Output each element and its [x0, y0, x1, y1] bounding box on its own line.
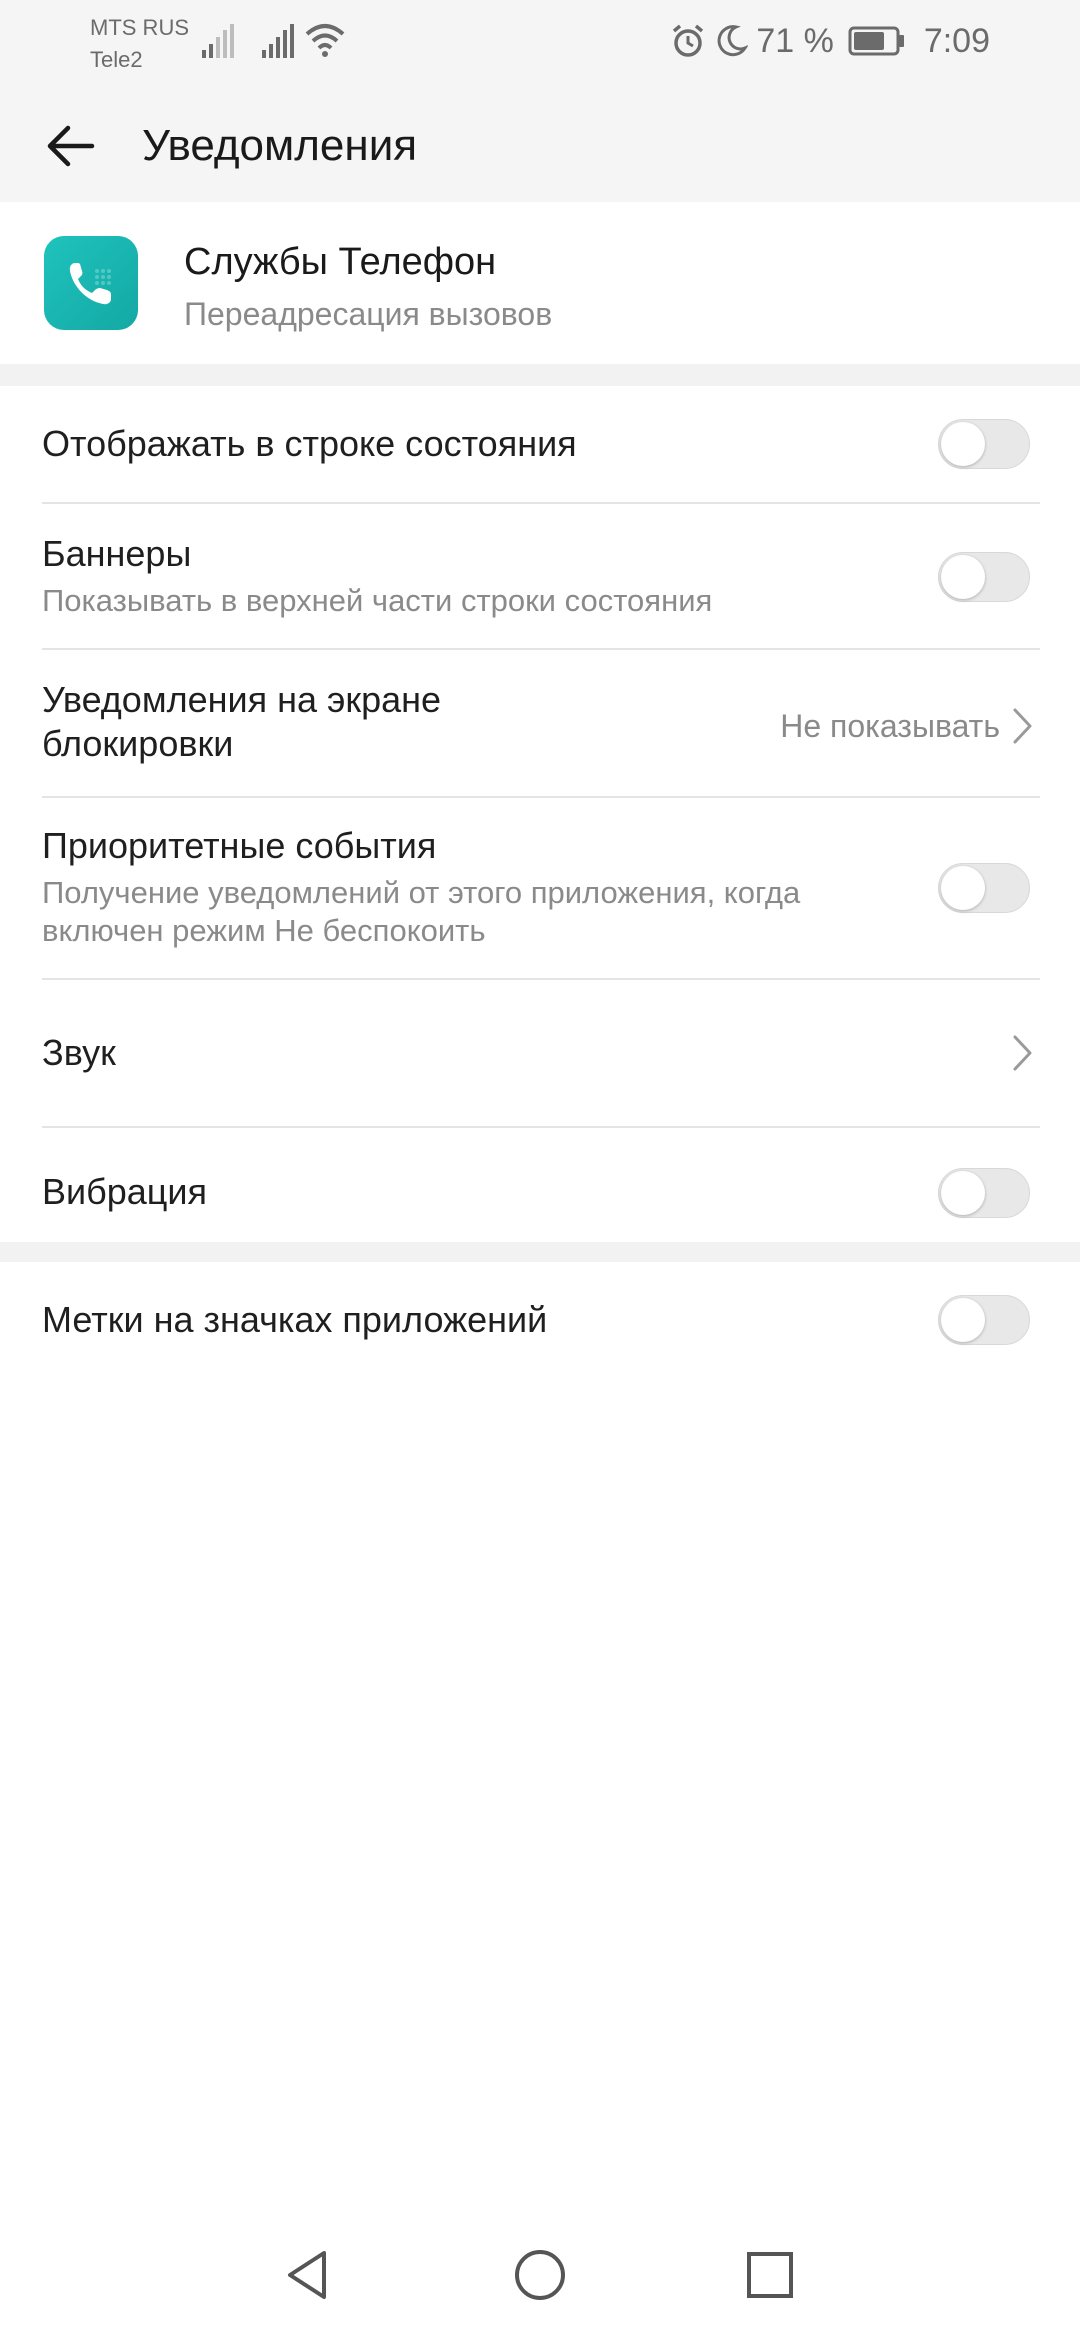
lockscreen-value: Не показывать	[780, 708, 1000, 744]
setting-title: Звук	[42, 1032, 116, 1073]
setting-badges[interactable]: Метки на значках приложений	[42, 1262, 1040, 1382]
setting-banners[interactable]: Баннеры Показывать в верхней части строк…	[42, 504, 1040, 648]
clock: 7:09	[923, 21, 990, 60]
back-button[interactable]	[36, 112, 104, 180]
battery-icon	[848, 26, 904, 56]
setting-title: Приоритетные события	[42, 825, 437, 866]
badges-toggle[interactable]	[938, 1295, 1030, 1345]
triangle-back-icon	[288, 2251, 326, 2299]
section-gap	[0, 1242, 1080, 1262]
navigation-bar	[0, 2210, 1080, 2340]
setting-desc-line2: включен режим Не беспокоить	[42, 913, 486, 948]
setting-sound[interactable]: Звук	[42, 980, 1040, 1126]
setting-status-bar[interactable]: Отображать в строке состояния	[42, 386, 1040, 502]
toggle-knob	[941, 1298, 985, 1342]
app-info: Службы Телефон Переадресация вызовов	[0, 202, 1080, 364]
setting-desc-line1: Получение уведомлений от этого приложени…	[42, 875, 801, 910]
battery-percent: 71 %	[756, 21, 834, 60]
carrier-1: MTS RUS	[90, 15, 189, 40]
toggle-knob	[941, 422, 985, 466]
vibration-toggle[interactable]	[938, 1168, 1030, 1218]
toggle-knob	[941, 866, 985, 910]
setting-title: Метки на значках приложений	[42, 1299, 548, 1340]
settings-list-badges: Метки на значках приложений	[0, 1262, 1080, 1382]
signal-icon	[262, 24, 294, 58]
signal-icon	[202, 24, 234, 58]
app-name: Службы Телефон	[184, 241, 497, 283]
setting-vibration[interactable]: Вибрация	[42, 1128, 1040, 1242]
toggle-knob	[941, 555, 985, 599]
setting-title-line2: блокировки	[42, 723, 234, 764]
moon-icon	[717, 25, 749, 57]
carrier-2: Tele2	[90, 47, 143, 72]
page-title: Уведомления	[142, 121, 418, 170]
chevron-right-icon	[1013, 1035, 1032, 1071]
setting-priority[interactable]: Приоритетные события Получение уведомлен…	[42, 798, 1040, 978]
setting-desc: Показывать в верхней части строки состоя…	[42, 583, 713, 618]
app-bar: Уведомления	[0, 88, 1080, 202]
status-bar: MTS RUS Tele2 71 % 7:09	[0, 0, 1080, 88]
banners-toggle[interactable]	[938, 552, 1030, 602]
status-right: 71 % 7:09	[670, 16, 990, 66]
arrow-left-icon	[47, 125, 95, 167]
toggle-knob	[941, 1171, 985, 1215]
alarm-icon	[673, 24, 704, 57]
nav-recents-button[interactable]	[730, 2235, 810, 2315]
nav-back-button[interactable]	[268, 2235, 348, 2315]
setting-title: Отображать в строке состояния	[42, 423, 577, 464]
setting-title: Вибрация	[42, 1171, 208, 1212]
section-gap	[0, 364, 1080, 386]
nav-home-button[interactable]	[500, 2235, 580, 2315]
setting-title-line1: Уведомления на экране	[42, 679, 442, 720]
status-bar-toggle[interactable]	[938, 419, 1030, 469]
wifi-icon	[305, 24, 345, 57]
circle-home-icon	[515, 2250, 565, 2300]
setting-lockscreen[interactable]: Уведомления на экране блокировки Не пока…	[42, 650, 1040, 796]
phone-icon	[44, 236, 138, 330]
settings-list: Отображать в строке состояния Баннеры По…	[0, 386, 1080, 1242]
setting-title: Баннеры	[42, 533, 192, 574]
square-recents-icon	[747, 2252, 793, 2298]
priority-toggle[interactable]	[938, 863, 1030, 913]
app-subtitle: Переадресация вызовов	[184, 296, 553, 332]
chevron-right-icon	[1013, 708, 1032, 744]
carrier-info: MTS RUS Tele2	[90, 12, 189, 76]
